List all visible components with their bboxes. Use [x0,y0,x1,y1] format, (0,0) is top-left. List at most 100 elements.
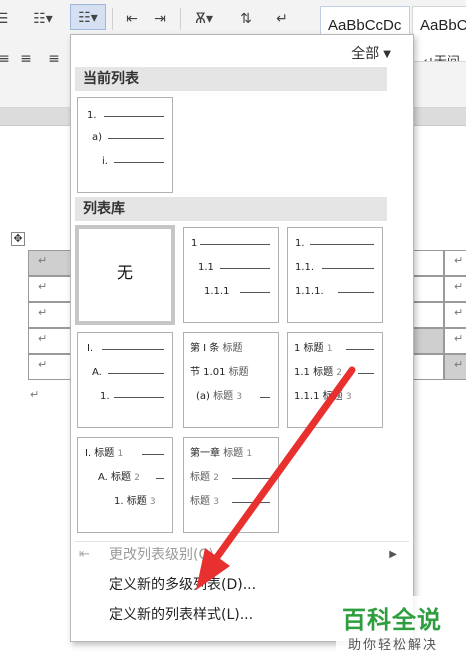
list-line [338,292,374,293]
current-list-tile[interactable]: 1. a) i. [77,97,173,193]
list-tile-heading-numeric[interactable]: 1 标题 1 1.1 标题 2 1.1.1 标题 3 [287,332,383,428]
list-line [358,373,374,374]
list-tile-none[interactable]: 无 [75,225,175,325]
change-list-level-label: 更改列表级别(C) [109,547,214,563]
list-line [102,349,164,350]
align-left-icon[interactable]: ≡ [0,46,12,72]
level-number: 1 [117,449,124,459]
style-no-spacing-label: ↵无间 [423,54,460,62]
list-line [310,244,374,245]
list-level-2: A. 标题 2 [98,472,140,484]
style-no-spacing[interactable]: AaBbCcDc ↵无间 [412,6,466,62]
heading-label: 标题 [228,367,249,378]
list-level-1: 第一章 标题 1 [190,448,252,460]
list-level-2: 1.1 标题 2 [294,367,342,379]
list-line [114,397,164,398]
table-cell[interactable] [410,302,444,328]
cell-mark: ↵ [454,332,464,345]
style-no-spacing-preview: AaBbCcDc [420,17,466,34]
table-cell[interactable] [410,250,444,276]
table-cell[interactable]: ↵ [444,302,466,328]
list-level-1: I. 标题 1 [85,448,123,460]
heading-label: 1.1.1 标题 [294,391,343,402]
heading-label: 标题 [223,448,244,459]
decrease-indent-icon[interactable]: ⇤ [120,6,144,32]
increase-indent-icon[interactable]: ⇥ [148,6,172,32]
list-level-3: 1. 标题 3 [114,496,156,508]
heading-label: 1. 标题 [114,496,147,507]
list-line [220,268,270,269]
cell-mark: ↵ [454,358,464,371]
sort-icon[interactable]: ⇅ [234,6,258,32]
table-cell[interactable]: ↵ [28,276,74,302]
table-move-handle-icon[interactable]: ✥ [11,232,25,246]
current-list-header: 当前列表 [75,67,387,91]
list-line [322,268,374,269]
table-cell[interactable] [410,354,444,380]
watermark-title: 百科全说 [342,606,442,634]
level-number: 3 [236,392,243,402]
align-center-icon[interactable]: ≡ [16,46,36,72]
list-none-label: 无 [116,263,133,282]
multilevel-list-icon[interactable]: ☷▾ [70,4,106,30]
item-label: (a) [196,391,210,402]
table-cell[interactable]: ↵ [28,302,74,328]
list-level-3: 1.1.1 [204,286,230,297]
align-right-icon[interactable]: ≡ [44,46,64,72]
table-cell[interactable]: ↵ [28,354,74,380]
level-number: 2 [213,473,219,483]
table-cell[interactable]: ↵ [28,328,74,354]
list-tile-numeric[interactable]: 1 1.1 1.1.1 [183,227,279,323]
change-list-level-item[interactable]: ⇤ 更改列表级别(C) ▶ [71,541,413,569]
heading-label: I. 标题 [85,448,115,459]
table-cell[interactable]: ↵ [444,250,466,276]
ribbon-separator [180,8,181,30]
list-tile-dotted[interactable]: 1. 1.1. 1.1.1. [287,227,383,323]
cell-mark: ↵ [454,254,464,267]
list-level-3: 1.1.1 标题 3 [294,391,352,403]
list-level-3: 1.1.1. [295,286,324,297]
list-level-1: I. [87,343,94,354]
numbering-icon[interactable]: ☷▾ [30,6,56,32]
list-level-2: a) [92,132,103,143]
list-tile-roman[interactable]: I. A. 1. [77,332,173,428]
list-level-3: i. [102,156,108,167]
chevron-right-icon: ▶ [389,549,397,560]
list-tile-article[interactable]: 第 I 条 标题 节 1.01 标题 (a) 标题 3 [183,332,279,428]
list-line [114,162,164,163]
cell-mark: ↵ [38,306,48,319]
table-cell[interactable] [410,328,444,354]
watermark-subtitle: 助你轻松解决 [348,638,439,653]
show-marks-icon[interactable]: ↵ [270,6,294,32]
article-label: 第 I 条 [190,343,220,354]
list-tile-heading-roman[interactable]: I. 标题 1 A. 标题 2 1. 标题 3 [77,437,173,533]
character-scaling-icon[interactable]: Ѫ▾ [186,6,222,32]
level-number: 1 [246,449,253,459]
list-level-1: 第 I 条 标题 [190,343,243,355]
chevron-down-icon: ▼ [383,49,391,60]
table-cell[interactable]: ↵ [444,328,466,354]
style-normal-preview: AaBbCcDc [328,17,402,34]
table-cell[interactable]: ↵ [444,354,466,380]
table-cell[interactable]: ↵ [28,250,74,276]
heading-label: 1 标题 [294,343,324,354]
define-multilevel-list-item[interactable]: 定义新的多级列表(D)... [71,571,413,599]
define-multilevel-list-label: 定义新的多级列表(D)... [109,577,257,593]
cell-mark: ↵ [38,280,48,293]
list-level-2: 1.1 [198,262,214,273]
list-tile-chapter[interactable]: 第一章 标题 1 标题 2 标题 3 [183,437,279,533]
list-line [260,397,270,398]
table-cell[interactable] [410,276,444,302]
indent-level-icon: ⇤ [79,547,90,562]
list-filter-dropdown[interactable]: 全部 ▼ [351,43,391,63]
cell-mark: ↵ [454,306,464,319]
cell-mark: ↵ [454,280,464,293]
cell-mark: ↵ [38,358,48,371]
bullets-icon[interactable]: ☰ [0,6,10,32]
table-cell[interactable]: ↵ [444,276,466,302]
list-level-3: 1. [100,391,110,402]
paragraph-mark: ↵ [30,388,40,401]
level-number: 3 [149,497,156,507]
chapter-label: 第一章 [190,448,220,459]
heading-label: 标题 [190,472,210,483]
